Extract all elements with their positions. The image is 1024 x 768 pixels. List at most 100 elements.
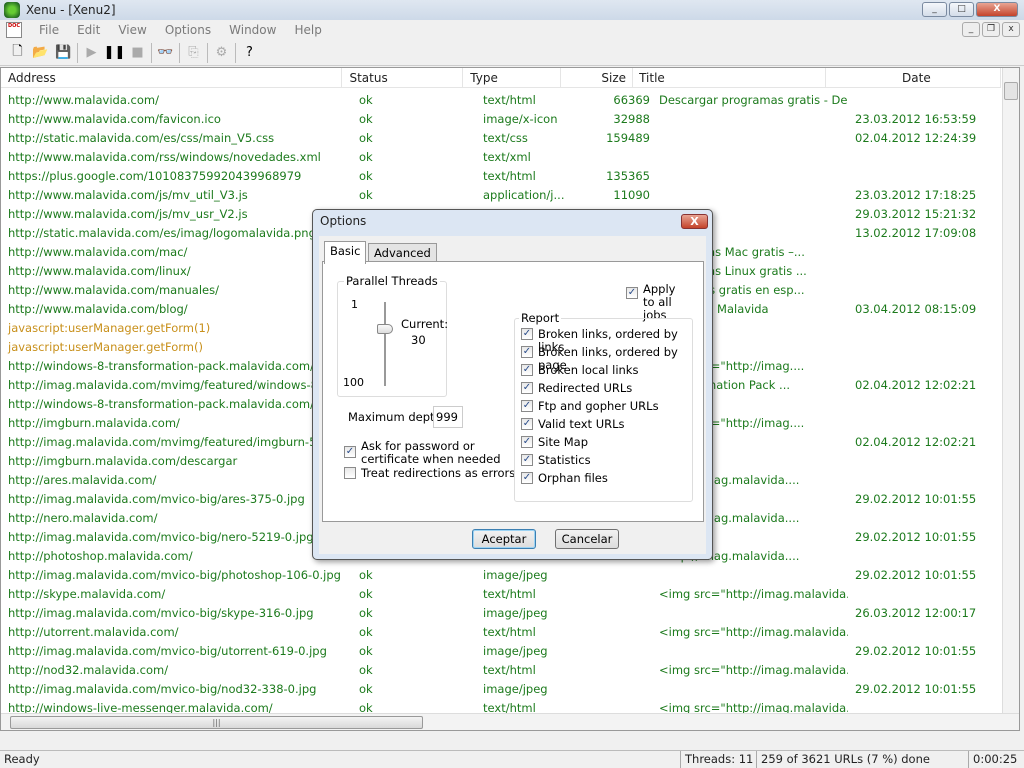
stop-icon[interactable]: ■ bbox=[126, 42, 149, 64]
table-row[interactable]: http://skype.malavida.com/ok text/html <im… bbox=[1, 585, 1001, 604]
open-icon[interactable]: 📂 bbox=[29, 42, 52, 64]
horizontal-scroll-thumb[interactable]: ||| bbox=[10, 716, 423, 729]
mdi-minimize-button[interactable]: _ bbox=[962, 22, 980, 37]
minimize-button[interactable]: _ bbox=[922, 2, 947, 17]
cell-date bbox=[848, 414, 998, 433]
menu-view[interactable]: View bbox=[109, 23, 155, 37]
checkbox-box[interactable]: ✓ bbox=[521, 436, 533, 448]
mdi-close-button[interactable]: x bbox=[1002, 22, 1020, 37]
ask-password-checkbox[interactable]: ✓ Ask for password or certificate when ne… bbox=[344, 440, 514, 466]
column-type[interactable]: Type bbox=[463, 68, 561, 88]
table-row[interactable]: http://www.malavida.com/rss/windows/nove… bbox=[1, 148, 1001, 167]
cancel-button[interactable]: Cancelar bbox=[555, 529, 619, 549]
report-checkbox[interactable]: ✓ Ftp and gopher URLs bbox=[521, 400, 659, 413]
cell-address: http://ares.malavida.com/ bbox=[8, 473, 157, 487]
save-icon[interactable]: 💾 bbox=[52, 42, 75, 64]
cell-type: application/j... bbox=[483, 188, 565, 202]
copy-icon[interactable]: ⎘ bbox=[182, 42, 205, 64]
maximize-button[interactable]: □ bbox=[949, 2, 974, 17]
column-status[interactable]: Status bbox=[342, 68, 464, 88]
table-row[interactable]: http://www.malavida.com/favicon.ico ok ima… bbox=[1, 110, 1001, 129]
checkbox-box[interactable]: ✓ bbox=[521, 382, 533, 394]
cell-address: https://plus.google.com/1010837599204399… bbox=[8, 169, 302, 183]
cell-date bbox=[848, 661, 998, 680]
threads-slider-track[interactable] bbox=[384, 302, 386, 386]
vertical-scrollbar[interactable] bbox=[1002, 68, 1019, 713]
table-row[interactable]: http://www.malavida.com/js/mv_util_V3.js… bbox=[1, 186, 1001, 205]
document-icon[interactable]: DOC bbox=[6, 22, 22, 38]
cell-address: http://imag.malavida.com/mvico-big/photo… bbox=[8, 568, 341, 582]
table-row[interactable]: http://imag.malavida.com/mvico-big/skype… bbox=[1, 604, 1001, 623]
cell-address: http://nero.malavida.com/ bbox=[8, 511, 158, 525]
cell-address: http://photoshop.malavida.com/ bbox=[8, 549, 193, 563]
table-row[interactable]: http://imag.malavida.com/mvico-big/utorr… bbox=[1, 642, 1001, 661]
vertical-scroll-thumb[interactable] bbox=[1004, 82, 1018, 100]
cell-status: ok bbox=[359, 663, 373, 677]
table-row[interactable]: http://imag.malavida.com/mvico-big/nod32… bbox=[1, 680, 1001, 699]
checkbox-box[interactable]: ✓ bbox=[521, 400, 533, 412]
checkbox-box[interactable]: ✓ bbox=[521, 364, 533, 376]
checkbox-box[interactable] bbox=[344, 467, 356, 479]
menu-window[interactable]: Window bbox=[220, 23, 285, 37]
table-row[interactable]: http://nod32.malavida.com/ok text/html <im… bbox=[1, 661, 1001, 680]
status-ready: Ready bbox=[4, 752, 40, 766]
table-row[interactable]: http://static.malavida.com/es/css/main_V… bbox=[1, 129, 1001, 148]
report-checkbox[interactable]: ✓ Site Map bbox=[521, 436, 588, 449]
treat-redirections-checkbox[interactable]: Treat redirections as errors bbox=[344, 467, 515, 480]
horizontal-scrollbar[interactable]: ||| bbox=[1, 713, 1019, 730]
checkbox-box[interactable]: ✓ bbox=[521, 454, 533, 466]
column-title[interactable]: Title bbox=[633, 68, 826, 88]
column-size[interactable]: Size bbox=[561, 68, 634, 88]
checkbox-box[interactable]: ✓ bbox=[344, 446, 356, 458]
cell-address: http://imag.malavida.com/mvico-big/utorr… bbox=[8, 644, 327, 658]
cell-size bbox=[576, 585, 650, 604]
pause-icon[interactable]: ❚❚ bbox=[103, 42, 126, 64]
help-icon[interactable]: ? bbox=[238, 42, 261, 64]
checkbox-box[interactable]: ✓ bbox=[626, 287, 638, 299]
tab-advanced[interactable]: Advanced bbox=[368, 243, 437, 262]
cell-date bbox=[848, 262, 998, 281]
cell-status: ok bbox=[359, 188, 373, 202]
dialog-close-button[interactable]: X bbox=[681, 214, 708, 229]
cell-address: javascript:userManager.getForm() bbox=[8, 340, 203, 354]
cell-address: http://imag.malavida.com/mvico-big/ares-… bbox=[8, 492, 305, 506]
cell-size: 135365 bbox=[606, 169, 650, 183]
column-address[interactable]: Address bbox=[1, 68, 343, 88]
cell-address: http://www.malavida.com/favicon.ico bbox=[8, 112, 221, 126]
cell-date: 02.04.2012 12:02:21 bbox=[855, 435, 977, 449]
cell-date bbox=[848, 243, 998, 262]
menu-help[interactable]: Help bbox=[285, 23, 330, 37]
ask-password-label: Ask for password or certificate when nee… bbox=[361, 439, 501, 466]
find-icon[interactable]: 👓 bbox=[154, 42, 177, 64]
tab-basic[interactable]: Basic bbox=[324, 241, 367, 264]
table-row[interactable]: http://imag.malavida.com/mvico-big/photo… bbox=[1, 566, 1001, 585]
checkbox-box[interactable]: ✓ bbox=[521, 472, 533, 484]
list-header: Address Status Type Size Title Date bbox=[1, 68, 1001, 88]
cell-title bbox=[650, 566, 848, 585]
checkbox-box[interactable]: ✓ bbox=[521, 328, 533, 340]
report-checkbox[interactable]: ✓ Valid text URLs bbox=[521, 418, 625, 431]
properties-icon[interactable]: ⚙ bbox=[210, 42, 233, 64]
column-date[interactable]: Date bbox=[826, 68, 1001, 88]
play-icon[interactable]: ▶ bbox=[80, 42, 103, 64]
menu-edit[interactable]: Edit bbox=[68, 23, 109, 37]
max-depth-input[interactable] bbox=[433, 406, 463, 428]
report-checkbox[interactable]: ✓ Orphan files bbox=[521, 472, 608, 485]
new-icon[interactable]: 🗋 bbox=[6, 42, 29, 64]
report-checkbox[interactable]: ✓ Statistics bbox=[521, 454, 591, 467]
checkbox-box[interactable]: ✓ bbox=[521, 346, 533, 358]
report-checkbox[interactable]: ✓ Redirected URLs bbox=[521, 382, 632, 395]
close-button[interactable]: X bbox=[976, 2, 1018, 17]
menu-options[interactable]: Options bbox=[156, 23, 220, 37]
mdi-restore-button[interactable]: ❐ bbox=[982, 22, 1000, 37]
threads-slider-thumb[interactable] bbox=[377, 324, 393, 335]
cell-status: ok bbox=[359, 93, 373, 107]
report-checkbox[interactable]: ✓ Broken local links bbox=[521, 364, 638, 377]
accept-button[interactable]: Aceptar bbox=[472, 529, 536, 549]
table-row[interactable]: http://www.malavida.com/ok text/html 66369… bbox=[1, 91, 1001, 110]
table-row[interactable]: https://plus.google.com/1010837599204399… bbox=[1, 167, 1001, 186]
table-row[interactable]: http://utorrent.malavida.com/ok text/html… bbox=[1, 623, 1001, 642]
apply-all-jobs-checkbox[interactable]: ✓ Apply to all jobs bbox=[626, 283, 686, 322]
checkbox-box[interactable]: ✓ bbox=[521, 418, 533, 430]
menu-file[interactable]: File bbox=[30, 23, 68, 37]
